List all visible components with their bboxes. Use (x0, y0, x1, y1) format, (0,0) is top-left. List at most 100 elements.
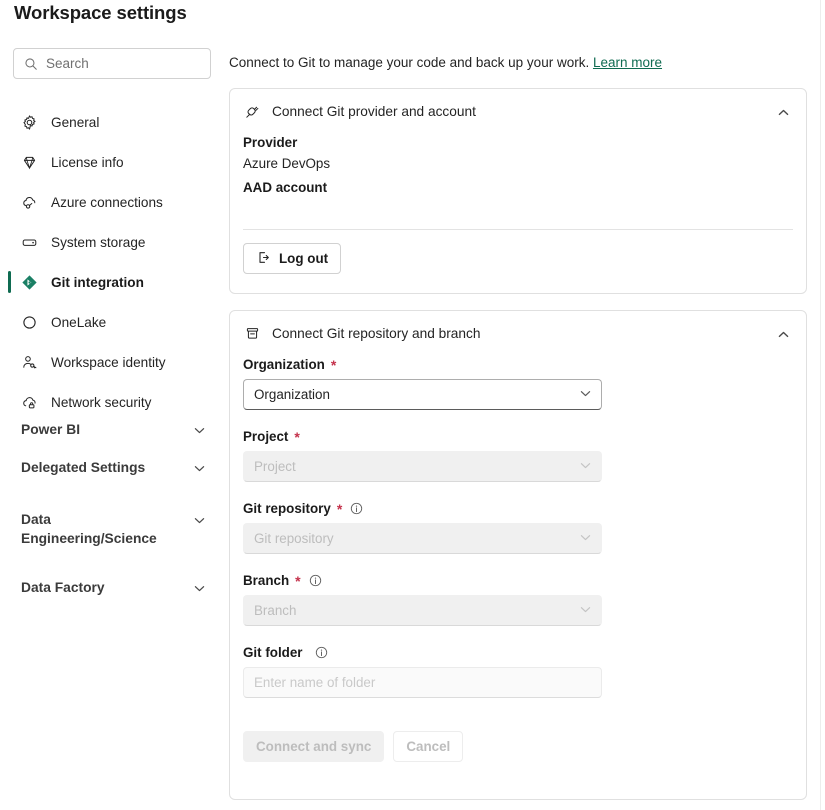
sidebar-item-license-info[interactable]: License info (0, 142, 222, 182)
sidebar-item-label: Azure connections (51, 194, 163, 210)
sidebar-item-network-security[interactable]: Network security (0, 382, 222, 422)
field-git-folder: Git folder Enter name of folder (243, 645, 793, 698)
branch-label: Branch * (243, 573, 793, 588)
field-organization: Organization * Organization (243, 357, 793, 410)
search-placeholder: Search (46, 56, 89, 71)
sidebar-item-label: System storage (51, 234, 146, 250)
settings-sidebar: Workspace settings Search General Licens… (0, 0, 222, 810)
sidebar-section-power-bi[interactable]: Power BI (0, 420, 222, 458)
organization-value: Organization (254, 387, 330, 402)
repo-card-body: Organization * Organization Project * Pr… (230, 357, 806, 762)
page-title: Workspace settings (14, 2, 187, 23)
required-asterisk: * (294, 428, 300, 445)
sign-out-icon (256, 250, 271, 268)
git-repository-select: Git repository (243, 523, 602, 554)
onelake-icon (21, 314, 38, 331)
sidebar-section-data-engineering-science[interactable]: Data Engineering/Science (0, 510, 222, 578)
git-folder-placeholder: Enter name of folder (254, 675, 376, 690)
aad-account-value (243, 199, 793, 213)
branch-select: Branch (243, 595, 602, 626)
chevron-down-icon (579, 387, 592, 403)
aad-account-label: AAD account (243, 180, 328, 195)
sidebar-item-label: Network security (51, 394, 152, 410)
git-folder-input[interactable]: Enter name of folder (243, 667, 602, 698)
provider-value: Azure DevOps (243, 156, 331, 171)
git-repository-value: Git repository (254, 531, 334, 546)
project-value: Project (254, 459, 296, 474)
info-icon[interactable] (315, 646, 328, 659)
sidebar-item-azure-connections[interactable]: Azure connections (0, 182, 222, 222)
provider-card-body: Provider Azure DevOps AAD account (230, 135, 806, 213)
workspace-settings-page: Workspace settings Search General Licens… (0, 0, 825, 810)
chevron-down-icon (193, 424, 206, 442)
sidebar-nav-list: General License info Azure connections S… (0, 102, 222, 422)
field-project: Project * Project (243, 429, 793, 482)
search-input[interactable]: Search (13, 48, 211, 79)
intro-text: Connect to Git to manage your code and b… (229, 55, 662, 70)
field-git-repository: Git repository * Git repository (243, 501, 793, 554)
repo-card-header[interactable]: Connect Git repository and branch (230, 311, 806, 355)
log-out-label: Log out (279, 251, 329, 266)
branch-label-text: Branch (243, 573, 290, 588)
cancel-button: Cancel (393, 731, 464, 762)
sidebar-item-onelake[interactable]: OneLake (0, 302, 222, 342)
info-icon[interactable] (309, 574, 322, 587)
sidebar-item-system-storage[interactable]: System storage (0, 222, 222, 262)
cloud-link-icon (21, 194, 38, 211)
search-icon (25, 57, 37, 70)
chevron-down-icon (193, 514, 206, 532)
chevron-up-icon[interactable] (772, 101, 794, 123)
plug-icon (243, 102, 261, 120)
gear-icon (21, 114, 38, 131)
connect-and-sync-label: Connect and sync (256, 739, 372, 754)
sidebar-section-delegated-settings[interactable]: Delegated Settings (0, 458, 222, 510)
provider-card-title: Connect Git provider and account (272, 103, 476, 119)
required-asterisk: * (336, 500, 343, 517)
connect-git-repository-card: Connect Git repository and branch Organi… (229, 310, 807, 800)
git-repository-label: Git repository * (243, 501, 793, 516)
provider-label: Provider (243, 135, 298, 150)
git-repository-label-text: Git repository (243, 501, 331, 516)
sidebar-item-workspace-identity[interactable]: Workspace identity (0, 342, 222, 382)
log-out-button[interactable]: Log out (243, 243, 342, 274)
sidebar-section-label: Data Factory (21, 580, 105, 595)
sidebar-item-label: Workspace identity (51, 354, 166, 370)
sidebar-item-label: Git integration (51, 274, 144, 290)
chevron-down-icon (579, 603, 592, 619)
chevron-down-icon (193, 462, 206, 480)
sidebar-item-label: General (51, 114, 100, 130)
learn-more-link[interactable]: Learn more (593, 55, 662, 70)
git-folder-label: Git folder (243, 645, 793, 660)
git-integration-panel: Connect to a Git repository Connect to G… (222, 0, 825, 810)
organization-label-text: Organization (243, 357, 325, 372)
panel-edge-divider (820, 0, 821, 810)
chevron-down-icon (193, 582, 206, 600)
sidebar-section-data-factory[interactable]: Data Factory (0, 578, 222, 616)
sidebar-item-git-integration[interactable]: Git integration (0, 262, 222, 302)
sidebar-item-general[interactable]: General (0, 102, 222, 142)
organization-select[interactable]: Organization (243, 379, 602, 410)
person-key-icon (21, 354, 38, 371)
required-asterisk: * (330, 356, 337, 373)
git-folder-label-text: Git folder (243, 645, 303, 660)
repo-card-title: Connect Git repository and branch (272, 325, 481, 341)
sidebar-section-label: Power BI (21, 422, 81, 437)
provider-card-header[interactable]: Connect Git provider and account (230, 89, 806, 133)
info-icon[interactable] (350, 502, 363, 515)
provider-card-actions: Log out (230, 230, 806, 274)
storage-icon (21, 234, 38, 251)
sidebar-item-label: License info (51, 154, 124, 170)
sidebar-section-label: Delegated Settings (21, 460, 146, 475)
repo-card-actions: Connect and sync Cancel (243, 731, 793, 762)
box-icon (243, 324, 261, 342)
chevron-up-icon[interactable] (772, 323, 794, 345)
project-select: Project (243, 451, 602, 482)
chevron-down-icon (579, 531, 592, 547)
organization-label: Organization * (243, 357, 793, 372)
cancel-label: Cancel (406, 739, 451, 754)
chevron-down-icon (579, 459, 592, 475)
project-label: Project * (243, 429, 793, 444)
sidebar-item-label: OneLake (51, 314, 107, 330)
diamond-icon (21, 154, 38, 171)
git-diamond-icon (21, 274, 38, 291)
